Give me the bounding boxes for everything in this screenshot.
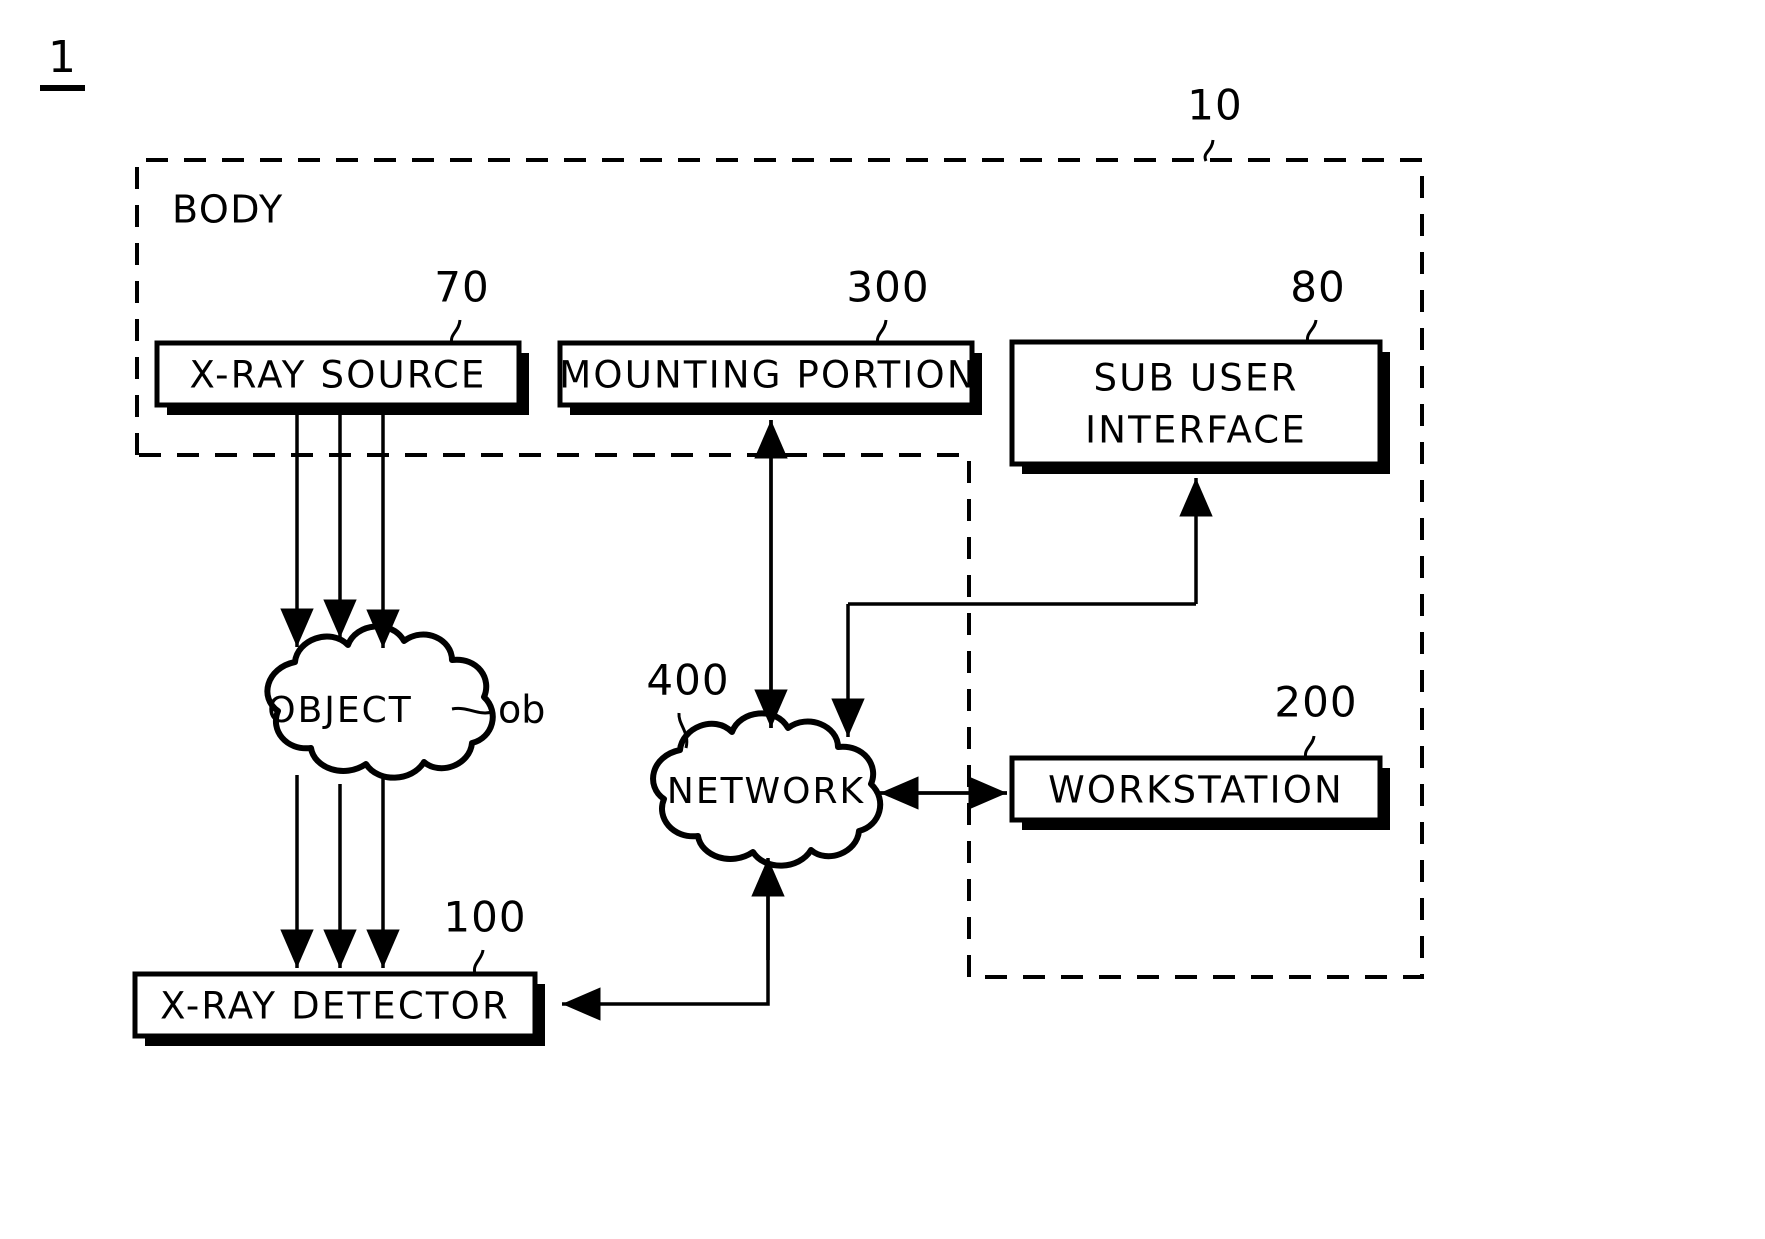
link-network-to-xray-detector — [562, 860, 770, 1021]
ref-label-200: 200 — [1274, 678, 1357, 727]
ref-label-70: 70 — [434, 263, 489, 312]
workstation-label: WORKSTATION — [1048, 769, 1344, 812]
ref-label-300: 300 — [846, 263, 929, 312]
sub-user-interface-label-line2: INTERFACE — [1085, 409, 1307, 452]
ref-leader-10 — [1203, 139, 1215, 162]
body-enclosure-label: BODY — [172, 188, 284, 232]
sub-user-interface-label-line1: SUB USER — [1094, 357, 1299, 400]
ref-label-10: 10 — [1187, 81, 1242, 130]
ref-label-400: 400 — [646, 656, 729, 705]
system-block-diagram: 1 BODY 10 X-RAY SOURCE 70 MOUNTING PORTI… — [40, 32, 1424, 1046]
ref-label-100: 100 — [443, 893, 526, 942]
ref-leader-100 — [472, 949, 485, 975]
ref-leader-70 — [449, 319, 462, 345]
object-cloud-label: OBJECT — [267, 690, 413, 731]
object-ref-label: ob — [498, 688, 545, 732]
xray-source-label: X-RAY SOURCE — [189, 354, 486, 397]
ref-leader-300 — [875, 319, 888, 345]
patent-figure-root: 1 BODY 10 X-RAY SOURCE 70 MOUNTING PORTI… — [0, 0, 1765, 1239]
xray-detector-label: X-RAY DETECTOR — [160, 985, 510, 1028]
mounting-portion-label: MOUNTING PORTION — [559, 354, 976, 397]
ref-label-80: 80 — [1290, 263, 1345, 312]
figure-number: 1 — [48, 32, 76, 83]
network-cloud-label: NETWORK — [667, 771, 865, 812]
